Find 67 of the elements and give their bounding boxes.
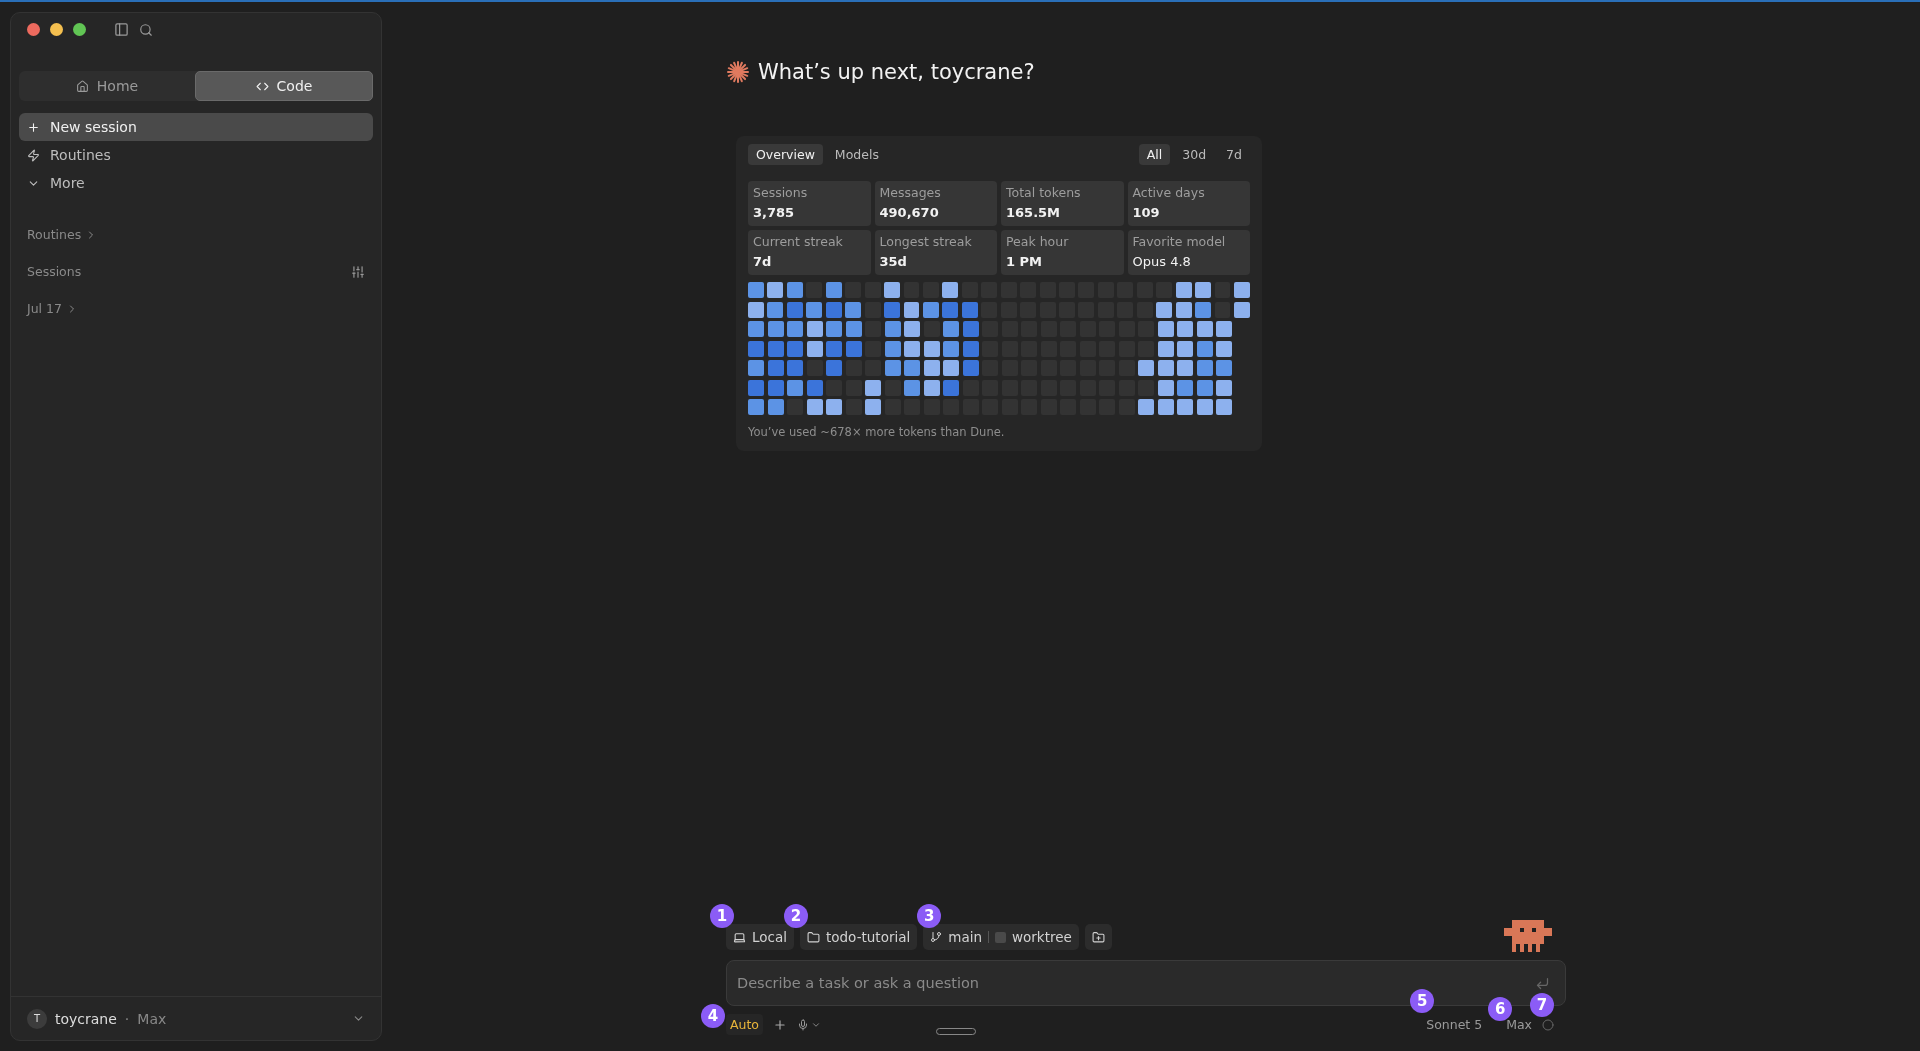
annotation-badge: 2 [784,904,808,928]
stat-label: Total tokens [1006,185,1082,200]
range-tab[interactable]: 7d [1218,144,1250,165]
mode-tab[interactable]: Home [19,71,195,101]
stat-value: 165.5M [1006,205,1062,220]
model-selector[interactable]: Sonnet 5 [1426,1017,1483,1032]
stat-label: Sessions [753,185,809,200]
stats-tab[interactable]: Overview [748,144,823,165]
stat-label: Peak hour [1006,234,1070,249]
folder-plus-icon [1091,930,1105,944]
nav-item[interactable]: New session [19,113,373,141]
window-close-button[interactable] [27,23,40,36]
annotation-badge: 3 [917,904,942,928]
stat-label: Longest streak [879,234,973,249]
stat-value: 35d [879,254,908,269]
folder-icon [807,930,820,944]
range-tab[interactable]: All [1138,144,1171,165]
laptop-icon [733,930,746,944]
window-zoom-button[interactable] [73,23,86,36]
stat-value: 7d [753,254,773,269]
annotation-badge: 1 [710,904,734,928]
section-header[interactable]: Sessions [27,264,82,279]
context-chip[interactable]: Local [726,924,794,950]
branch-chip[interactable]: main worktree [923,924,1079,950]
section-header[interactable]: Routines [27,227,98,242]
window-minimize-button[interactable] [50,23,63,36]
account-name: toycrane [55,1010,117,1027]
nav-item[interactable]: Routines [19,141,373,169]
stat-value: 109 [1132,205,1161,220]
plus-icon [27,120,40,134]
stat-value: Opus 4.8 [1132,254,1192,269]
microphone-icon [797,1018,810,1031]
stat-value: 490,670 [879,205,940,220]
sidebar-toggle-icon[interactable] [114,22,129,37]
greeting-title: What’s up next, toycrane? [758,60,1035,84]
footnote: You’ve used ~678× more tokens than Dune. [748,425,1006,439]
home-icon [75,79,89,93]
annotation-badge: 4 [701,1004,725,1028]
nav-item[interactable]: More [19,169,373,197]
section-header[interactable]: Jul 17 [27,301,78,316]
range-tab[interactable]: 30d [1174,144,1215,165]
voice-menu-button[interactable] [797,1018,822,1031]
robot-mascot-icon [1504,920,1552,952]
separator-dot: · [124,1010,130,1027]
stat-label: Favorite model [1132,234,1227,249]
annotation-badge: 6 [1488,997,1513,1021]
add-icon[interactable] [773,1017,788,1032]
stat-label: Active days [1132,185,1206,200]
stats-tab[interactable]: Models [826,144,887,165]
sparkle-logo-icon [726,60,750,84]
submit-icon[interactable] [1535,976,1550,991]
stat-label: Messages [879,185,942,200]
mode-selector[interactable]: Auto [726,1014,764,1035]
branch-icon [930,931,943,943]
stat-label: Current streak [753,234,844,249]
mode-tab[interactable]: Code [195,71,373,101]
filter-icon[interactable] [351,264,365,279]
search-icon[interactable] [139,22,153,37]
annotation-badge: 5 [1410,989,1435,1013]
avatar: T [27,1008,47,1029]
account-menu[interactable]: T toycrane · Max [11,996,381,1040]
lightning-icon [27,148,40,162]
context-chip[interactable]: todo-tutorial [800,924,918,950]
stat-value: 1 PM [1006,254,1044,269]
plan-label: Max [137,1010,167,1027]
stat-value: 3,785 [753,205,796,220]
add-folder-button[interactable] [1084,924,1112,950]
